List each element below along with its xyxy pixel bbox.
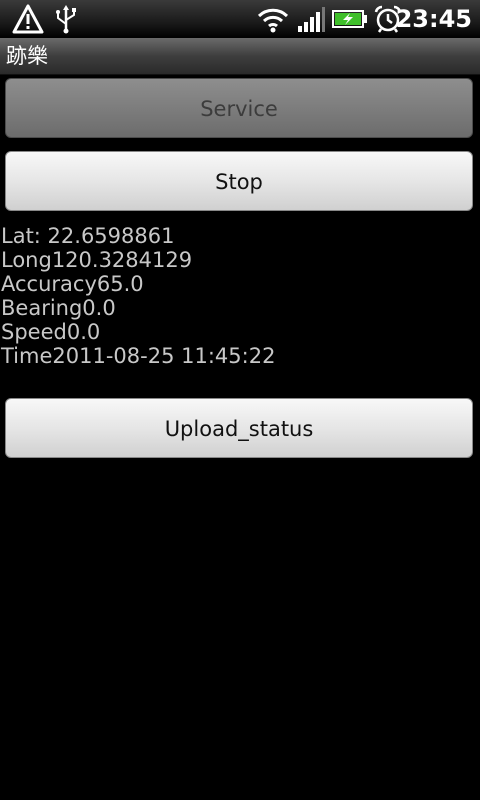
- wifi-icon: [256, 4, 290, 38]
- accuracy-text: Accuracy65.0: [1, 272, 144, 296]
- battery-charging-icon: [332, 4, 368, 38]
- latitude-text: Lat: 22.6598861: [1, 224, 175, 248]
- app-title-bar: 跡樂: [0, 38, 480, 75]
- bearing-text: Bearing0.0: [1, 296, 116, 320]
- clock-time: 23:45: [395, 5, 472, 33]
- speed-text: Speed0.0: [1, 320, 101, 344]
- usb-icon: [54, 4, 78, 38]
- longitude-text: Long120.3284129: [1, 248, 193, 272]
- app-title: 跡樂: [6, 44, 48, 68]
- location-info: Lat: 22.6598861 Long120.3284129 Accuracy…: [1, 224, 275, 368]
- signal-icon: [296, 4, 326, 38]
- time-text: Time2011-08-25 11:45:22: [1, 344, 276, 368]
- service-button[interactable]: Service: [5, 78, 473, 138]
- upload-status-button[interactable]: Upload_status: [5, 398, 473, 458]
- warning-icon: [12, 4, 44, 38]
- status-bar: 23:45: [0, 0, 480, 38]
- stop-button[interactable]: Stop: [5, 151, 473, 211]
